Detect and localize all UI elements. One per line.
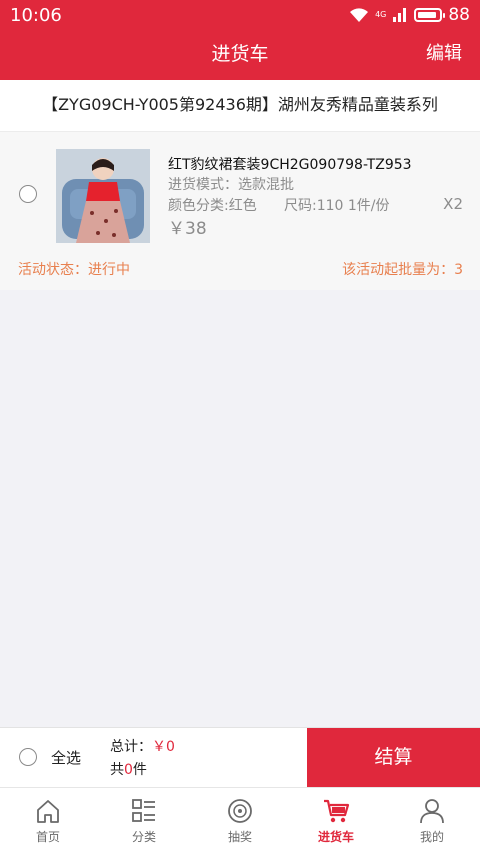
tab-home-label: 首页 xyxy=(35,830,60,844)
tab-home[interactable]: 首页 xyxy=(0,788,96,853)
tab-cart[interactable]: 进货车 xyxy=(288,788,384,853)
page-title: 进货车 xyxy=(211,43,269,65)
checkout-button[interactable]: 结算 xyxy=(307,728,480,788)
select-all-radio[interactable] xyxy=(19,748,37,766)
cart-item: 红T豹纹裙套装9CH2G090798-TZ953 进货模式：选款混批 颜色分类:… xyxy=(0,132,480,290)
status-time: 10:06 xyxy=(10,4,62,26)
battery-icon xyxy=(414,8,446,22)
total-label: 总计： xyxy=(110,739,152,755)
total-line: 总计：￥0 xyxy=(110,736,175,756)
status-bar: 10:06 4G 88 xyxy=(0,0,480,30)
home-icon xyxy=(37,800,59,823)
item-select-radio[interactable] xyxy=(19,185,37,203)
select-all-label[interactable]: 全选 xyxy=(51,747,81,768)
count-suffix: 件 xyxy=(132,762,147,778)
activity-min-quantity: 该活动起批量为：3 xyxy=(342,262,463,278)
checkout-bar: 全选 总计：￥0 共0件 结算 xyxy=(0,727,480,788)
size-spec: 尺码:110 1件/份 xyxy=(284,198,390,214)
color-spec: 颜色分类:红色 xyxy=(168,198,257,214)
nav-bar: 进货车 编辑 xyxy=(0,30,480,80)
user-icon xyxy=(420,799,444,824)
product-quantity: X2 xyxy=(443,195,463,213)
product-title[interactable]: 红T豹纹裙套装9CH2G090798-TZ953 xyxy=(168,154,412,174)
tab-lottery[interactable]: 抽奖 xyxy=(192,788,288,853)
edit-button[interactable]: 编辑 xyxy=(426,30,462,80)
tab-category[interactable]: 分类 xyxy=(96,788,192,853)
battery-level: 88 xyxy=(448,5,470,25)
tab-mine-label: 我的 xyxy=(419,830,444,844)
category-icon xyxy=(132,799,155,822)
activity-status: 活动状态：进行中 xyxy=(18,262,130,278)
product-thumbnail[interactable] xyxy=(56,149,150,243)
count-prefix: 共 xyxy=(110,762,124,778)
shop-header: 【ZYG09CH-Y005第92436期】湖州友秀精品童装系列 xyxy=(0,80,480,132)
network-type: 4G xyxy=(375,10,387,19)
purchase-mode: 进货模式：选款混批 xyxy=(168,177,294,193)
total-value: ￥0 xyxy=(152,739,175,755)
count-line: 共0件 xyxy=(110,759,147,779)
wifi-icon xyxy=(350,8,369,22)
count-value: 0 xyxy=(124,762,133,778)
product-price: ￥38 xyxy=(168,219,207,239)
lottery-icon xyxy=(228,799,252,823)
tab-cart-label: 进货车 xyxy=(317,830,354,844)
tab-bar: 首页 分类 抽奖 进货车 我的 xyxy=(0,787,480,853)
tab-category-label: 分类 xyxy=(131,830,156,844)
signal-icon xyxy=(393,8,407,22)
status-indicators: 4G 88 xyxy=(349,5,470,25)
cart-icon xyxy=(324,799,350,823)
tab-mine[interactable]: 我的 xyxy=(384,788,480,853)
tab-lottery-label: 抽奖 xyxy=(227,830,252,844)
